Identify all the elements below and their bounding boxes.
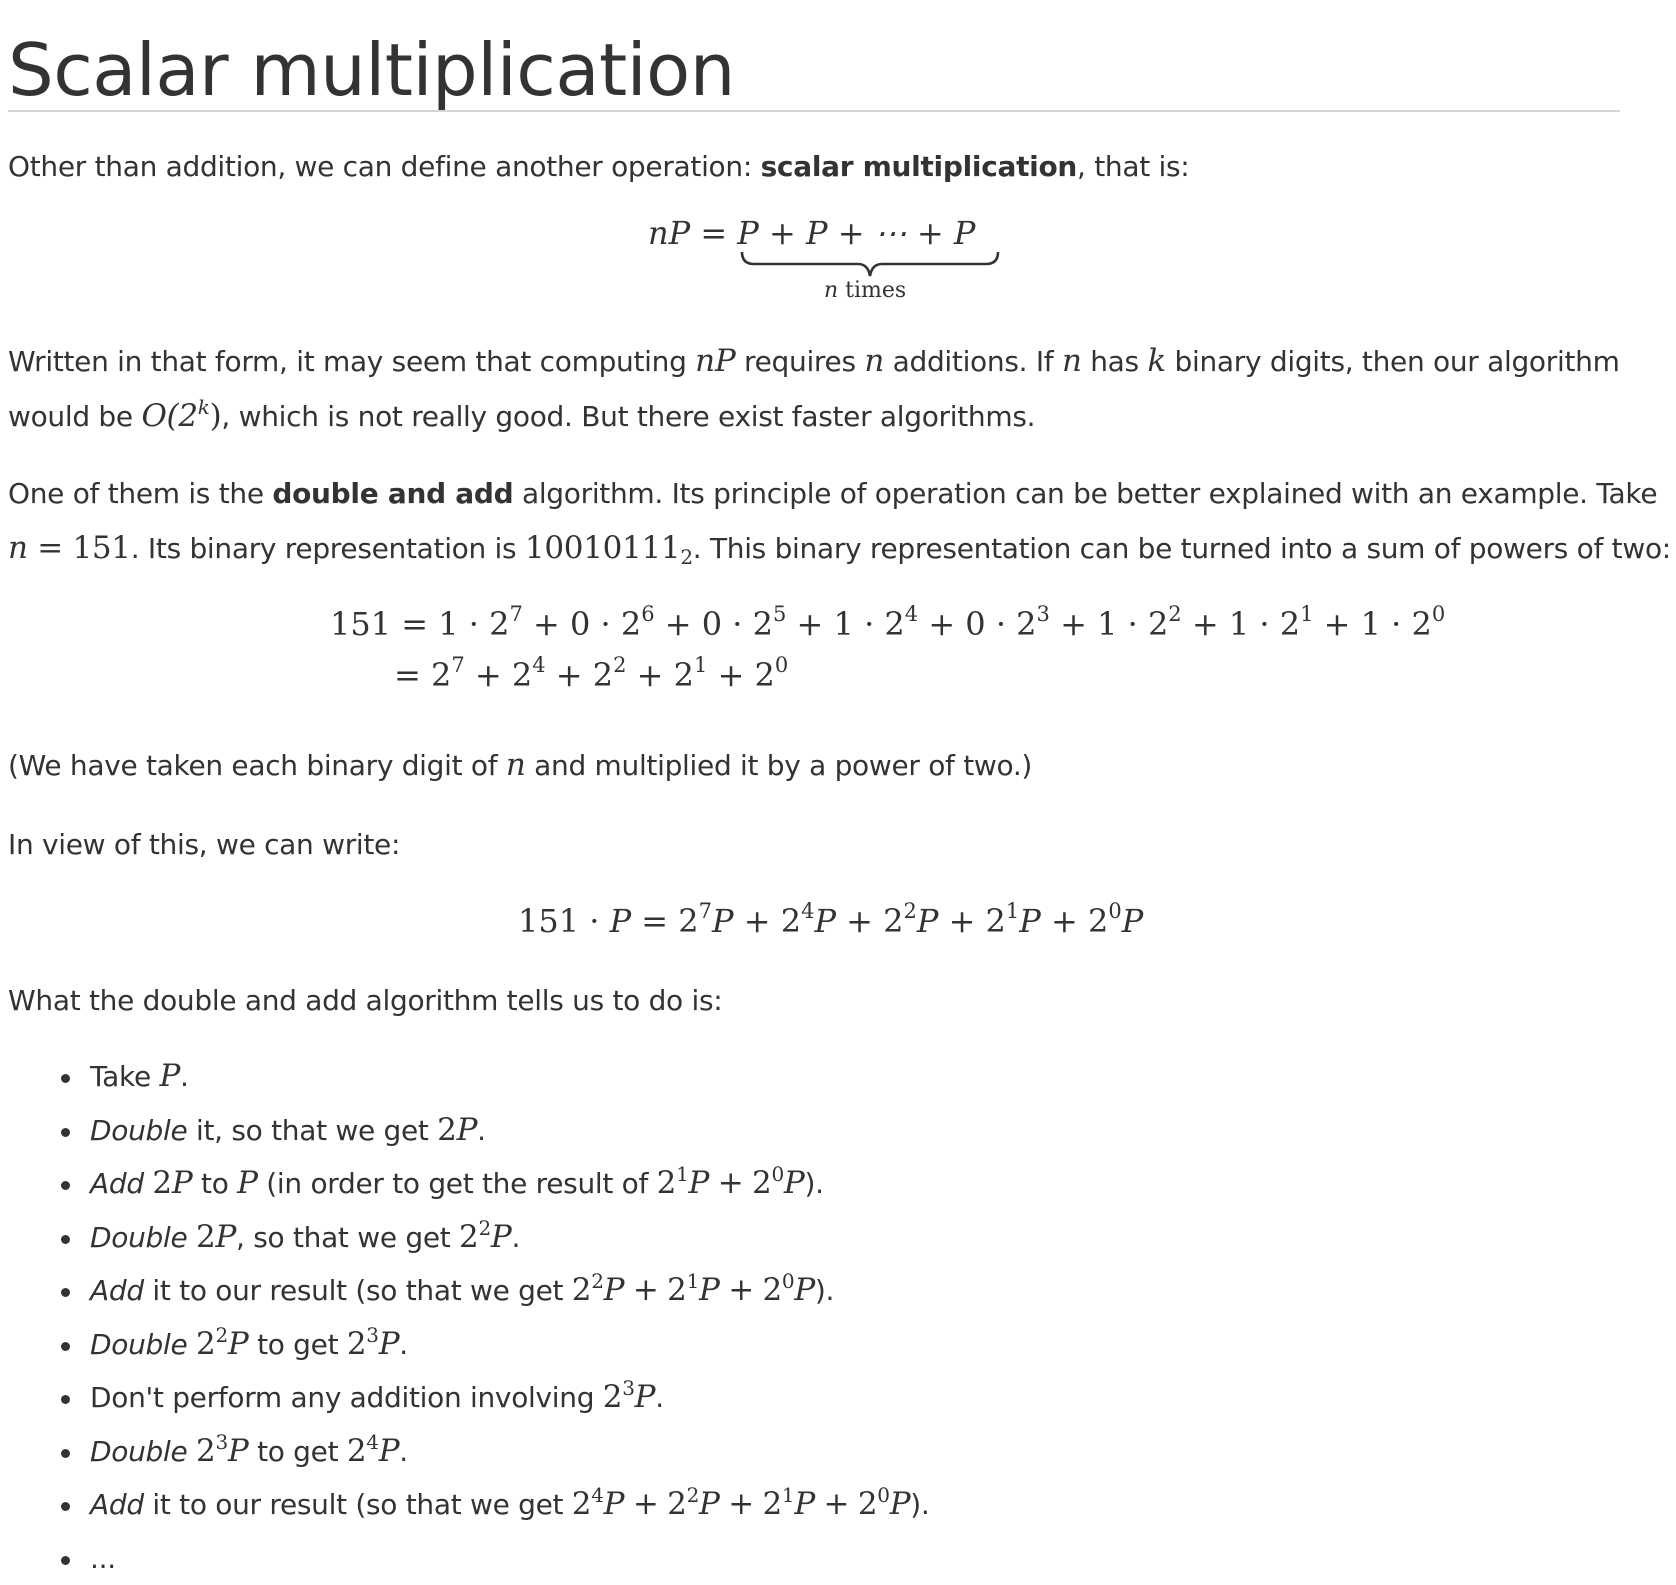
p3-text: algorithm. Its principle of operation ca… [513,477,1657,510]
eq1-rhs: P + P + ⋯ + P [737,214,975,252]
p2-text: , which is not really good. But there ex… [221,400,1035,433]
eq1-equals: = [700,214,727,252]
list-item: Double 2P, so that we get 22P. [8,1211,930,1265]
page-title: Scalar multiplication [8,0,1648,110]
p2-text: would be [8,400,141,433]
list-item: Add it to our result (so that we get 22P… [8,1264,930,1318]
math-n: n [506,747,526,783]
math-k: k [1147,343,1166,379]
complexity-paragraph: Written in that form, it may seem that c… [8,334,1620,444]
p3-text: . Its binary representation is [131,532,525,565]
algorithm-intro: What the double and add algorithm tells … [8,974,722,1028]
bullet [61,1128,70,1137]
p3-bold-term: double and add [272,477,513,510]
binary-digit-note: (We have taken each binary digit of n an… [8,738,1032,793]
algorithm-steps: Take P. Double it, so that we get 2P. Ad… [8,1050,930,1585]
eq1-lhs: nP [648,214,690,252]
p3-text: One of them is the [8,477,272,510]
in-view-paragraph: In view of this, we can write: [8,818,400,872]
intro-text: Other than addition, we can define anoth… [8,150,761,183]
math-n-eq: n = 151 [8,530,131,566]
intro-bold-term: scalar multiplication [761,150,1077,183]
article: Scalar multiplication Other than additio… [8,0,1648,112]
equation-151P: 151 · P = 27P + 24P + 22P + 21P + 20P [518,902,1143,940]
math-n: n [1062,343,1082,379]
equation-binary-expansion-row1: 151 = 1 · 27 + 0 · 26 + 0 · 25 + 1 · 24 … [330,605,1445,643]
equation-binary-expansion-row2: = 27 + 24 + 22 + 21 + 20 [394,656,788,694]
bullet [61,1449,70,1458]
p4-text: and multiplied it by a power of two.) [526,749,1033,782]
p2-text: Written in that form, it may seem that c… [8,345,695,378]
p2-text: has [1082,345,1148,378]
list-item: Take P. [8,1050,930,1104]
underbrace-label: n times [824,278,906,303]
list-item: Double it, so that we get 2P. [8,1104,930,1158]
list-item: Add it to our result (so that we get 24P… [8,1478,930,1532]
equation-scalar-def: nP = P + P + ⋯ + P [648,214,975,252]
intro-text-end: , that is: [1077,150,1189,183]
list-item: ... [8,1532,930,1585]
bullet [61,1288,70,1297]
p2-text: requires [735,345,864,378]
double-and-add-paragraph: One of them is the double and add algori… [8,467,1671,576]
bullet [61,1235,70,1244]
bullet [61,1395,70,1404]
math-n: n [864,343,884,379]
list-item: Double 23P to get 24P. [8,1425,930,1479]
p2-text: additions. If [884,345,1062,378]
list-item: Don't perform any addition involving 23P… [8,1371,930,1425]
bullet [61,1342,70,1351]
math-nP: nP [695,343,735,379]
list-item: Add 2P to P (in order to get the result … [8,1157,930,1211]
math-big-o: O(2k) [141,398,221,434]
underbrace [740,250,1000,280]
bullet [61,1502,70,1511]
p3-text: . This binary representation can be turn… [693,532,1671,565]
list-item: Double 22P to get 23P. [8,1318,930,1372]
math-binary: 100101112 [525,530,693,566]
bullet [61,1556,70,1565]
bullet [61,1181,70,1190]
bullet [61,1074,70,1083]
p4-text: (We have taken each binary digit of [8,749,506,782]
p2-text: binary digits, then our algorithm [1166,345,1620,378]
intro-paragraph: Other than addition, we can define anoth… [8,140,1189,194]
